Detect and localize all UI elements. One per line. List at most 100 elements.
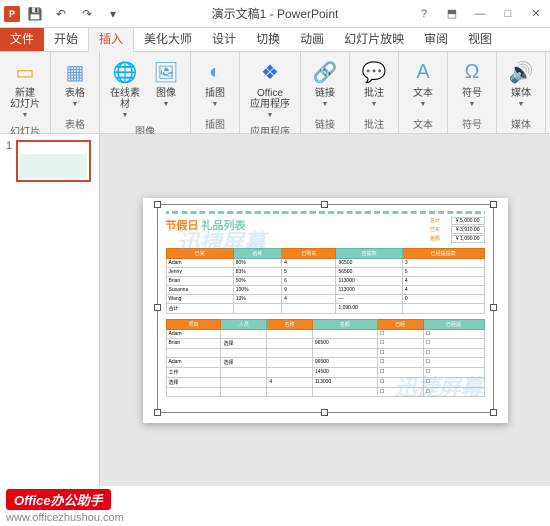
- resize-handle[interactable]: [154, 201, 161, 208]
- title-bar: P 💾 ↶ ↷ ▾ 演示文稿1 - PowerPoint ? ⬒ — □ ✕: [0, 0, 550, 28]
- button-label: 新建 幻灯片: [10, 88, 40, 110]
- button-label: 文本: [413, 88, 433, 99]
- resize-handle[interactable]: [321, 409, 328, 416]
- group-label: 表格: [65, 114, 85, 131]
- group-label: 媒体: [511, 114, 531, 131]
- resize-handle[interactable]: [154, 409, 161, 416]
- slide: 迅捷屏幕 迅捷屏幕 节假日 礼品列表 总计¥ 5,000.00已买¥ 3,910…: [143, 198, 508, 423]
- tab-review[interactable]: 审阅: [414, 26, 458, 51]
- text-icon: A: [409, 58, 437, 86]
- tab-beautify[interactable]: 美化大师: [134, 26, 202, 51]
- ribbon-group: ◐插图▼插图: [191, 52, 240, 133]
- dropdown-icon: ▼: [518, 101, 525, 108]
- ribbon-group: 🔊 媒体 ▼ 媒体: [497, 52, 546, 133]
- illust-button[interactable]: ◐插图▼: [197, 56, 233, 110]
- image-icon: 🖼: [152, 58, 180, 86]
- embedded-document: 节假日 礼品列表 总计¥ 5,000.00已买¥ 3,910.00差额¥ 1,0…: [158, 205, 493, 408]
- qat-undo[interactable]: ↶: [50, 3, 72, 25]
- symbol-button[interactable]: Ω 符号 ▼: [454, 56, 490, 110]
- tab-transition[interactable]: 切换: [246, 26, 290, 51]
- doc-title: 节假日 礼品列表: [166, 217, 246, 233]
- link-button[interactable]: 🔗 链接 ▼: [307, 56, 343, 110]
- comment-button[interactable]: 💬批注▼: [356, 56, 392, 110]
- button-label: 表格: [65, 88, 85, 99]
- table-icon: ▦: [61, 58, 89, 86]
- dropdown-icon: ▼: [212, 101, 219, 108]
- button-label: 符号: [462, 88, 482, 99]
- help-button[interactable]: ?: [410, 2, 438, 26]
- ribbon-group: ▭新建 幻灯片▼幻灯片: [0, 52, 51, 133]
- media-button[interactable]: 🔊 媒体 ▼: [503, 56, 539, 110]
- tab-insert[interactable]: 插入: [88, 25, 134, 52]
- new-slide-icon: ▭: [11, 58, 39, 86]
- thumb-number: 1: [6, 140, 12, 182]
- online-button[interactable]: 🌐在线素 材 ▼: [106, 56, 144, 121]
- ribbon-tabs: 文件 开始 插入 美化大师 设计 切换 动画 幻灯片放映 审阅 视图: [0, 28, 550, 52]
- data-table-2: 项目人员名称名额已经已经提Adam☐☐Brian选择96500☐☐☐☐Adam选…: [166, 319, 485, 397]
- group-label: 链接: [315, 114, 335, 131]
- footer-branding: Office办公助手 www.officezhushou.com: [0, 486, 550, 526]
- tab-animation[interactable]: 动画: [290, 26, 334, 51]
- resize-handle[interactable]: [490, 304, 497, 311]
- tab-file[interactable]: 文件: [0, 26, 44, 51]
- button-label: 媒体: [511, 88, 531, 99]
- tab-slideshow[interactable]: 幻灯片放映: [334, 26, 414, 51]
- slide-canvas[interactable]: 迅捷屏幕 迅捷屏幕 节假日 礼品列表 总计¥ 5,000.00已买¥ 3,910…: [100, 134, 550, 486]
- minimize-button[interactable]: —: [466, 2, 494, 26]
- maximize-button[interactable]: □: [494, 2, 522, 26]
- ribbon-group: 🌐在线素 材▼🖼图像▼图像: [100, 52, 191, 133]
- ribbon-group: 💬批注▼批注: [350, 52, 399, 133]
- button-label: 插图: [205, 88, 225, 99]
- slide-thumbnail-1[interactable]: [16, 140, 91, 182]
- ribbon: ▭新建 幻灯片▼幻灯片▦表格▼表格🌐在线素 材▼🖼图像▼图像◐插图▼插图❖Off…: [0, 52, 550, 134]
- button-label: 批注: [364, 88, 384, 99]
- slide-thumbnails-panel: 1: [0, 134, 100, 486]
- group-label: 批注: [364, 114, 384, 131]
- ribbon-group: 🔗 链接 ▼ 链接: [301, 52, 350, 133]
- summary-table: 总计¥ 5,000.00已买¥ 3,910.00差额¥ 1,090.00: [430, 217, 485, 244]
- dropdown-icon: ▼: [469, 101, 476, 108]
- brand-badge: Office办公助手: [6, 489, 111, 510]
- online-icon: 🌐: [111, 58, 139, 86]
- text-button[interactable]: A 文本 ▼: [405, 56, 441, 110]
- embedded-object[interactable]: 迅捷屏幕 迅捷屏幕 节假日 礼品列表 总计¥ 5,000.00已买¥ 3,910…: [157, 204, 494, 413]
- ribbon-group: ▦ 表格 ▼ 表格: [51, 52, 100, 133]
- group-label: 符号: [462, 114, 482, 131]
- link-icon: 🔗: [311, 58, 339, 86]
- group-label: 文本: [413, 114, 433, 131]
- close-button[interactable]: ✕: [522, 2, 550, 26]
- dropdown-icon: ▼: [420, 101, 427, 108]
- button-label: 链接: [315, 88, 335, 99]
- resize-handle[interactable]: [490, 409, 497, 416]
- dropdown-icon: ▼: [267, 112, 274, 119]
- group-label: 插图: [205, 114, 225, 131]
- new-slide-button[interactable]: ▭新建 幻灯片 ▼: [6, 56, 44, 121]
- qat-save[interactable]: 💾: [24, 3, 46, 25]
- office-apps-button[interactable]: ❖Office 应用程序▼: [246, 56, 294, 121]
- tab-design[interactable]: 设计: [202, 26, 246, 51]
- dropdown-icon: ▼: [22, 112, 29, 119]
- data-table-1: 已完名称已购买应提款已经提提款Adam80%4965003Jenny83%556…: [166, 248, 485, 314]
- button-label: 图像: [156, 88, 176, 99]
- ribbon-group: A 文本 ▼ 文本: [399, 52, 448, 133]
- dropdown-icon: ▼: [122, 112, 129, 119]
- image-button[interactable]: 🖼图像▼: [148, 56, 184, 110]
- tab-home[interactable]: 开始: [44, 26, 88, 51]
- dropdown-icon: ▼: [322, 101, 329, 108]
- brand-url: www.officezhushou.com: [6, 512, 544, 524]
- ribbon-toggle[interactable]: ⬒: [438, 2, 466, 26]
- qat-redo[interactable]: ↷: [76, 3, 98, 25]
- button-label: 在线素 材: [110, 88, 140, 110]
- office-apps-icon: ❖: [256, 58, 284, 86]
- resize-handle[interactable]: [154, 304, 161, 311]
- tab-view[interactable]: 视图: [458, 26, 502, 51]
- symbol-icon: Ω: [458, 58, 486, 86]
- table-button[interactable]: ▦ 表格 ▼: [57, 56, 93, 110]
- qat-more[interactable]: ▾: [102, 3, 124, 25]
- dropdown-icon: ▼: [371, 101, 378, 108]
- media-icon: 🔊: [507, 58, 535, 86]
- resize-handle[interactable]: [321, 201, 328, 208]
- dropdown-icon: ▼: [72, 101, 79, 108]
- resize-handle[interactable]: [490, 201, 497, 208]
- ribbon-group: ❖Office 应用程序▼应用程序: [240, 52, 301, 133]
